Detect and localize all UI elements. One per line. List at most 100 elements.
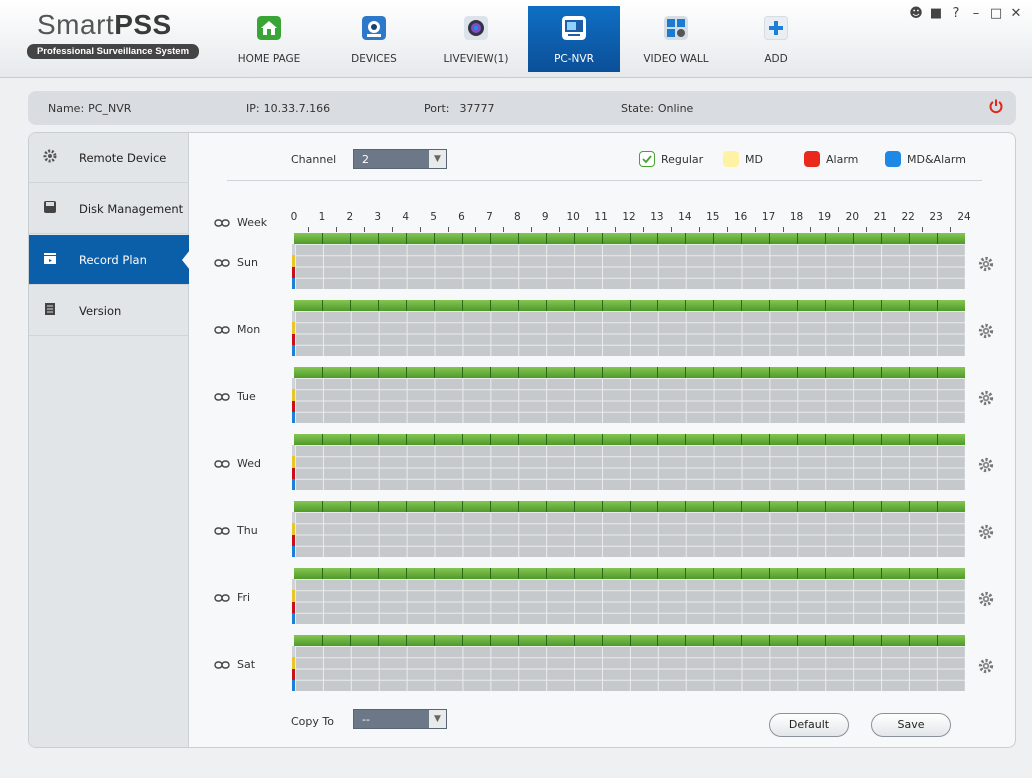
gear-icon[interactable] [978, 323, 994, 339]
regular-record-bar[interactable] [294, 568, 965, 579]
tab-devices-label: DEVICES [351, 53, 397, 65]
gear-icon[interactable] [978, 256, 994, 272]
hour-segment-divider [601, 300, 603, 311]
hour-tick-label: 20 [845, 211, 860, 223]
sidebar-item-disk-management[interactable]: Disk Management [29, 184, 189, 234]
hour-segment-divider [825, 367, 827, 378]
sidebar-item-remote-device[interactable]: Remote Device [29, 133, 189, 183]
link-icon[interactable] [214, 218, 230, 228]
schedule-grid[interactable] [295, 244, 965, 289]
link-icon[interactable] [214, 459, 230, 469]
copy-to-select[interactable]: -- ▼ [353, 709, 447, 729]
gear-icon[interactable] [978, 390, 994, 406]
link-icon[interactable] [214, 526, 230, 536]
hour-segment-divider [321, 367, 323, 378]
day-timeline[interactable] [292, 501, 965, 557]
half-hour-tickmark [950, 227, 952, 232]
alarm-swatch [804, 151, 820, 167]
hour-segment-divider [825, 300, 827, 311]
schedule-grid[interactable] [295, 512, 965, 557]
regular-record-bar[interactable] [294, 233, 965, 244]
tab-liveview[interactable]: LIVEVIEW(1) [430, 6, 522, 72]
day-timeline[interactable] [292, 568, 965, 624]
hour-segment-divider [461, 501, 463, 512]
hour-segment-divider [685, 635, 687, 646]
hour-segment-divider [489, 635, 491, 646]
schedule-grid[interactable] [295, 579, 965, 624]
day-label: Mon [237, 323, 261, 336]
link-icon[interactable] [214, 325, 230, 335]
day-timeline[interactable] [292, 434, 965, 490]
regular-record-bar[interactable] [294, 635, 965, 646]
half-hour-tickmark [922, 227, 924, 232]
day-timeline[interactable] [292, 300, 965, 356]
day-timeline[interactable] [292, 367, 965, 423]
hour-segment-divider [573, 501, 575, 512]
hour-segment-divider [573, 300, 575, 311]
gear-icon[interactable] [978, 457, 994, 473]
hour-segment-divider [881, 501, 883, 512]
channel-select[interactable]: 2 ▼ [353, 149, 447, 169]
schedule-grid[interactable] [295, 445, 965, 490]
gear-icon [43, 149, 57, 163]
power-icon[interactable] [988, 98, 1004, 114]
device-state: State: Online [621, 102, 693, 115]
link-icon[interactable] [214, 392, 230, 402]
day-row-sat: Sat [189, 635, 1015, 691]
regular-record-bar[interactable] [294, 501, 965, 512]
half-hour-tickmark [391, 227, 393, 232]
app-logo: SmartPSS Professional Surveillance Syste… [27, 10, 199, 64]
maximize-icon[interactable]: □ [988, 6, 1004, 21]
regular-record-bar[interactable] [294, 367, 965, 378]
hour-segment-divider [685, 501, 687, 512]
hour-segment-divider [825, 501, 827, 512]
tab-home-page[interactable]: HOME PAGE [223, 6, 315, 72]
tab-video-wall[interactable]: VIDEO WALL [630, 6, 722, 72]
hour-segment-divider [517, 501, 519, 512]
link-icon[interactable] [214, 593, 230, 603]
sidebar-item-version[interactable]: Version [29, 286, 189, 336]
hour-segment-divider [797, 501, 799, 512]
gear-icon[interactable] [978, 658, 994, 674]
hour-segment-divider [573, 367, 575, 378]
day-timeline[interactable] [292, 635, 965, 691]
close-icon[interactable]: ✕ [1008, 6, 1024, 21]
sidebar-item-record-plan[interactable]: Record Plan [29, 235, 190, 285]
hour-segment-divider [909, 233, 911, 244]
help-icon[interactable]: ? [948, 6, 964, 21]
hour-segment-divider [433, 300, 435, 311]
hour-segment-divider [853, 501, 855, 512]
hour-segment-divider [825, 635, 827, 646]
hour-segment-divider [769, 635, 771, 646]
minimize-icon[interactable]: – [968, 6, 984, 21]
tab-add[interactable]: ADD [730, 6, 822, 72]
user-icon[interactable]: ☻ [908, 6, 924, 21]
main-panel: Remote Device Disk Management Record Pla… [28, 132, 1016, 748]
hour-segment-divider [629, 434, 631, 445]
disk-icon [44, 201, 56, 213]
hour-segment-divider [741, 233, 743, 244]
hour-segment-divider [461, 434, 463, 445]
hour-segment-divider [433, 635, 435, 646]
save-button[interactable]: Save [871, 713, 951, 737]
link-icon[interactable] [214, 660, 230, 670]
regular-record-bar[interactable] [294, 434, 965, 445]
schedule-grid[interactable] [295, 311, 965, 356]
device-name-label: Name: [48, 102, 85, 115]
tab-devices[interactable]: DEVICES [328, 6, 420, 72]
gear-icon[interactable] [978, 524, 994, 540]
day-timeline[interactable] [292, 233, 965, 289]
lock-icon[interactable]: ■ [928, 6, 944, 21]
default-button[interactable]: Default [769, 713, 849, 737]
hour-segment-divider [881, 367, 883, 378]
hour-segment-divider [937, 367, 939, 378]
regular-record-bar[interactable] [294, 300, 965, 311]
tab-pc-nvr[interactable]: PC-NVR [528, 6, 620, 72]
hour-segment-divider [629, 568, 631, 579]
schedule-grid[interactable] [295, 646, 965, 691]
pc-nvr-icon [562, 16, 586, 40]
gear-icon[interactable] [978, 591, 994, 607]
link-icon[interactable] [214, 258, 230, 268]
day-label: Thu [237, 524, 258, 537]
schedule-grid[interactable] [295, 378, 965, 423]
